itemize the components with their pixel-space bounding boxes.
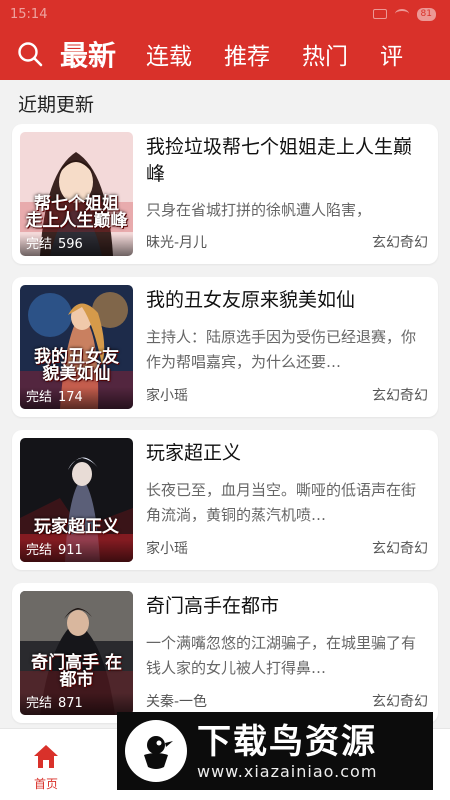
chapter-count: 174 <box>58 390 83 405</box>
book-description: 一个满嘴忽悠的江湖骗子，在城里骗了有钱人家的女儿被人打得鼻… <box>146 634 417 677</box>
tab-recommended[interactable]: 推荐 <box>224 37 270 71</box>
book-genre: 玄幻奇幻 <box>372 388 428 404</box>
book-card[interactable]: 奇门高手 在都市 完结 871 奇门高手在都市 一个满嘴忽悠的江湖骗子，在城里骗了… <box>12 583 438 723</box>
book-status: 完结 <box>26 543 53 558</box>
chapter-count: 596 <box>58 237 83 252</box>
home-icon <box>34 745 58 768</box>
book-card[interactable]: 帮七个姐姐 走上人生巅峰 完结 596 我捡垃圾帮七个姐姐走上人生巅峰 只身在省城… <box>12 124 438 264</box>
book-genre: 玄幻奇幻 <box>372 541 428 557</box>
cover-title: 玩家超正义 <box>34 517 119 537</box>
wifi-icon <box>394 9 409 19</box>
book-cover: 帮七个姐姐 走上人生巅峰 完结 596 <box>20 132 133 256</box>
book-description: 只身在省城打拼的徐帆遭人陷害， <box>146 201 372 219</box>
category-tabs: 最新 连载 推荐 热门 评 <box>60 34 435 74</box>
signal-icon <box>372 9 387 19</box>
book-genre: 玄幻奇幻 <box>372 235 428 251</box>
book-title[interactable]: 奇门高手在都市 <box>146 593 426 620</box>
book-author: 昧光-月儿 <box>146 235 208 251</box>
book-title[interactable]: 我的丑女友原来貌美如仙 <box>146 287 426 314</box>
book-genre: 玄幻奇幻 <box>372 694 428 710</box>
status-badge: 完结 596 <box>20 234 133 256</box>
book-cover: 奇门高手 在都市 完结 871 <box>20 591 133 715</box>
status-time: 15:14 <box>10 6 48 22</box>
book-status: 完结 <box>26 390 53 405</box>
watermark-text: 下载鸟资源 www.xiazainiao.com <box>197 722 377 781</box>
bird-logo-icon <box>125 720 187 782</box>
tab-serializing[interactable]: 连载 <box>146 37 192 71</box>
book-title[interactable]: 我捡垃圾帮七个姐姐走上人生巅峰 <box>146 134 426 188</box>
chapter-count: 871 <box>58 696 83 711</box>
cover-title: 奇门高手 在都市 <box>31 653 122 690</box>
top-header: 最新 连载 推荐 热门 评 <box>0 28 450 80</box>
cover-title: 我的丑女友 貌美如仙 <box>34 347 119 384</box>
battery-icon: 81 <box>416 7 436 21</box>
nav-home[interactable]: 首页 <box>18 743 74 792</box>
chapter-count: 911 <box>58 543 83 558</box>
tab-more[interactable]: 评 <box>380 37 403 71</box>
watermark-title: 下载鸟资源 <box>197 721 377 762</box>
book-card[interactable]: 玩家超正义 完结 911 玩家超正义 长夜已至，血月当空。嘶哑的低语声在街角流淌，… <box>12 430 438 570</box>
search-button[interactable] <box>0 28 60 80</box>
book-card[interactable]: 我的丑女友 貌美如仙 完结 174 我的丑女友原来貌美如仙 主持人：陆原选手因为受… <box>12 277 438 417</box>
status-bar: 15:14 81 <box>0 0 450 28</box>
book-author: 家小瑶 <box>146 541 188 557</box>
book-cover: 我的丑女友 貌美如仙 完结 174 <box>20 285 133 409</box>
search-icon <box>18 42 43 67</box>
cover-title: 帮七个姐姐 走上人生巅峰 <box>25 194 128 231</box>
status-badge: 完结 174 <box>20 387 133 409</box>
tab-latest[interactable]: 最新 <box>60 34 116 74</box>
tab-popular[interactable]: 热门 <box>302 37 348 71</box>
status-badge: 完结 911 <box>20 540 133 562</box>
book-description: 主持人：陆原选手因为受伤已经退赛，你作为帮唱嘉宾，为什么还要… <box>146 328 417 371</box>
book-status: 完结 <box>26 696 53 711</box>
book-author: 家小瑶 <box>146 388 188 404</box>
section-title: 近期更新 <box>18 94 95 116</box>
watermark-url: www.xiazainiao.com <box>197 761 378 781</box>
book-cover: 玩家超正义 完结 911 <box>20 438 133 562</box>
book-title[interactable]: 玩家超正义 <box>146 440 426 467</box>
status-icons: 81 <box>372 7 436 21</box>
book-list: 帮七个姐姐 走上人生巅峰 完结 596 我捡垃圾帮七个姐姐走上人生巅峰 只身在省城… <box>12 124 438 736</box>
book-author: 关秦-一色 <box>146 694 208 710</box>
nav-home-label: 首页 <box>33 777 58 791</box>
book-description: 长夜已至，血月当空。嘶哑的低语声在街角流淌，黄铜的蒸汽机喷… <box>146 481 417 524</box>
watermark-banner: 下载鸟资源 www.xiazainiao.com <box>117 712 433 790</box>
book-status: 完结 <box>26 237 53 252</box>
